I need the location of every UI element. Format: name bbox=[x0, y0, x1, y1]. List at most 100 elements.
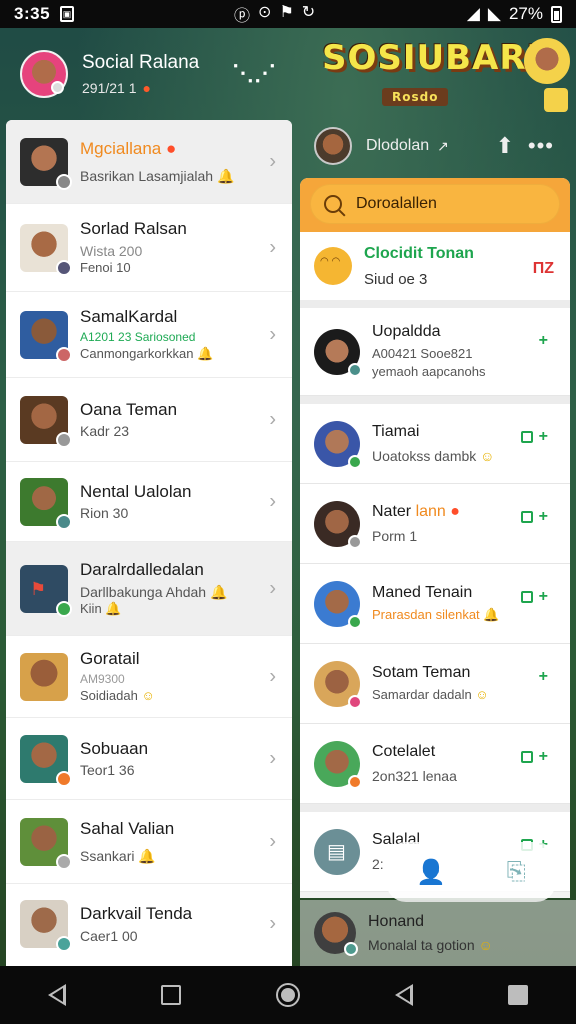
chevron-right-icon: › bbox=[269, 665, 276, 687]
add-icon[interactable]: + bbox=[539, 748, 548, 765]
bell-icon: 🔔 bbox=[216, 168, 235, 185]
drawer-item[interactable]: Goratail AM9300 Soidiadah ☺ › bbox=[6, 636, 292, 718]
drawer-item-extra: Canmongarkorkkan bbox=[80, 345, 194, 361]
drawer-item-title: Mgciallana bbox=[80, 138, 162, 158]
battery-icon bbox=[551, 5, 562, 23]
friend-item[interactable]: Uopaldda A00421 Sooe821 yemaoh aapcanohs… bbox=[300, 308, 570, 396]
chevron-right-icon: › bbox=[269, 830, 276, 852]
smile-icon: ☺ bbox=[475, 687, 489, 703]
drawer-item[interactable]: Darkvail Tenda Caer1 00 › bbox=[6, 884, 292, 964]
chevron-right-icon: › bbox=[269, 150, 276, 172]
navigation-bar bbox=[0, 966, 576, 1024]
friend-title: Nater bbox=[372, 503, 412, 521]
search-placeholder: Doroalallen bbox=[356, 195, 437, 212]
drawer-item-subtitle: AM9300 bbox=[80, 671, 125, 686]
bell-icon: 🔔 bbox=[197, 345, 214, 361]
drawer-item[interactable]: Oana Teman Kadr 23 › bbox=[6, 378, 292, 462]
chevron-right-icon: › bbox=[269, 912, 276, 935]
home-icon[interactable] bbox=[275, 983, 300, 1007]
chevron-right-icon: › bbox=[269, 323, 276, 345]
friend-item[interactable]: Nater lann ● Porm 1 + bbox=[300, 484, 570, 564]
avatar bbox=[314, 912, 358, 956]
chat-header: Dlodolan ↗ ⬆ ••• bbox=[300, 118, 576, 174]
drawer-item[interactable]: ⚑ Daralrdalledalan Darllbakunga Ahdah 🔔 … bbox=[6, 542, 292, 636]
game-logo-sign: Rosdo bbox=[382, 88, 449, 106]
add-icon[interactable]: + bbox=[539, 508, 548, 525]
chevron-right-icon: › bbox=[269, 577, 276, 599]
drawer-item-subtitle: Ssankari bbox=[80, 848, 135, 865]
profile-avatar[interactable] bbox=[20, 50, 68, 98]
drawer-item-title: Darkvail Tenda bbox=[80, 904, 193, 924]
bell-icon: 🔔 bbox=[210, 583, 228, 600]
back-icon[interactable] bbox=[47, 984, 66, 1006]
drawer-item-subtitle: Rion 30 bbox=[80, 505, 129, 522]
profile-name: Social Ralana bbox=[82, 52, 200, 73]
friend-item[interactable]: Sotam Teman Samardar dadaln ☺ + bbox=[300, 644, 570, 724]
upload-icon[interactable]: ⬆ bbox=[496, 133, 514, 159]
avatar bbox=[20, 652, 68, 701]
friend-subtitle: Porm 1 bbox=[372, 527, 418, 544]
heart-icon: ● bbox=[142, 80, 151, 96]
drawer-item[interactable]: SamalKardal A1201 23 Sariosoned Canmonga… bbox=[6, 292, 292, 378]
wifi-icon: ◢ bbox=[466, 4, 480, 23]
add-icon[interactable]: + bbox=[539, 332, 548, 350]
chevron-right-icon: › bbox=[269, 408, 276, 430]
drawer-item[interactable]: Sorlad Ralsan Wista 200 Fenoi 10 › bbox=[6, 204, 292, 292]
friend-subtitle: A00421 Sooe821 bbox=[372, 346, 473, 362]
person-icon[interactable]: 👤 bbox=[416, 858, 446, 887]
avatar bbox=[20, 310, 72, 363]
drawer-item-subtitle: Wista 200 bbox=[80, 242, 143, 259]
back-icon[interactable] bbox=[395, 984, 414, 1006]
avatar bbox=[314, 328, 362, 377]
profile-sub: 291/21 1 bbox=[82, 80, 137, 96]
refresh-icon: ↻ bbox=[301, 4, 316, 21]
game-mini-icon[interactable] bbox=[544, 88, 568, 112]
drawer-item-subtitle: Caer1 00 bbox=[80, 927, 138, 944]
game-profile-avatar[interactable] bbox=[524, 38, 570, 84]
friend-subtitle: 2on321 lenaa bbox=[372, 767, 457, 784]
avatar bbox=[314, 420, 362, 469]
drawer-item-title: Sorlad Ralsan bbox=[80, 219, 187, 239]
highlight-item[interactable]: Clocidit Tonan Siud oe 3 ПZ bbox=[300, 232, 570, 308]
search-input[interactable]: Doroalallen bbox=[310, 184, 560, 224]
friend-item[interactable]: Honand Monalal ta gotion ☺ bbox=[300, 900, 576, 966]
drawer-item[interactable]: Sahal Valian Ssankari 🔔 › bbox=[6, 800, 292, 884]
add-icon[interactable]: + bbox=[539, 588, 548, 605]
avatar bbox=[20, 223, 72, 276]
avatar: ▤ bbox=[314, 828, 360, 875]
friend-title: Tiamai bbox=[372, 423, 420, 441]
menu-dots-icon[interactable]: ⋱⋰ bbox=[232, 60, 276, 86]
avatar: ⚑ bbox=[20, 564, 72, 617]
drawer-item-extra: Soidiadah bbox=[80, 687, 138, 703]
flag-icon: ⚑ bbox=[30, 578, 47, 599]
recents-icon[interactable] bbox=[160, 985, 181, 1005]
drawer-item[interactable]: Nental Ualolan Rion 30 › bbox=[6, 462, 292, 542]
game-logo: SOSIUBARI Rosdo bbox=[322, 38, 539, 110]
add-icon[interactable]: + bbox=[539, 428, 548, 445]
more-icon[interactable]: ••• bbox=[528, 133, 554, 159]
friend-extra: yemaoh aapcanohs bbox=[372, 364, 486, 380]
drawer-list: Mgciallana ● Basrikan Lasamjialah 🔔 › So… bbox=[6, 120, 292, 966]
sun-face-icon bbox=[314, 247, 352, 285]
drawer-item-subtitle: Teor1 36 bbox=[80, 762, 135, 779]
friend-subtitle: Uoatokss dambk bbox=[372, 447, 477, 464]
friend-item[interactable]: Tiamai Uoatokss dambk ☺ + bbox=[300, 396, 570, 484]
friend-item[interactable]: Maned Tenain Prarasdan silenkat 🔔 + bbox=[300, 564, 570, 644]
drawer-item-title: Sahal Valian bbox=[80, 818, 175, 838]
chat-header-avatar[interactable] bbox=[314, 127, 352, 165]
battery-text: 27% bbox=[508, 4, 543, 23]
overview-icon[interactable] bbox=[508, 985, 529, 1005]
add-icon[interactable]: + bbox=[539, 668, 548, 686]
share-icon[interactable]: ⎘ bbox=[507, 858, 526, 886]
checkbox-icon[interactable] bbox=[520, 590, 533, 603]
highlight-title: Clocidit Tonan bbox=[364, 244, 474, 262]
checkbox-icon[interactable] bbox=[520, 510, 533, 523]
drawer-item[interactable]: Sobuaan Teor1 36 › bbox=[6, 718, 292, 800]
friend-item[interactable]: Cotelalet 2on321 lenaa + bbox=[300, 724, 570, 804]
drawer-item[interactable]: Mgciallana ● Basrikan Lasamjialah 🔔 › bbox=[6, 120, 292, 204]
drawer-item-subtitle: Darllbakunga Ahdah bbox=[80, 583, 207, 600]
notification-icon: ⓟ bbox=[234, 8, 251, 25]
checkbox-icon[interactable] bbox=[520, 750, 533, 763]
checkbox-icon[interactable] bbox=[520, 430, 533, 443]
document-icon: ▤ bbox=[327, 840, 346, 863]
